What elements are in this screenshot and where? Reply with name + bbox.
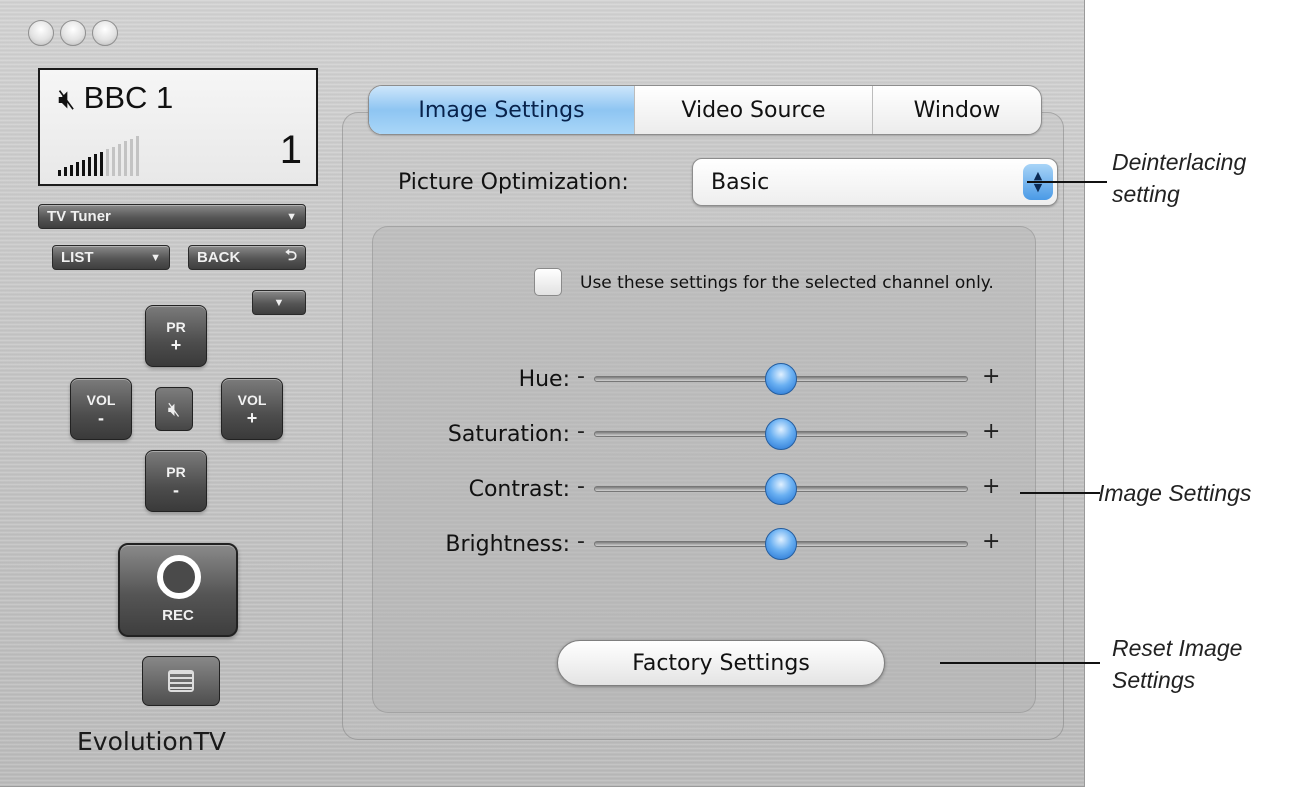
callout-text: Reset Image <box>1112 635 1243 661</box>
volume-up-button[interactable]: VOL + <box>221 378 283 440</box>
picture-optimization-select[interactable]: Basic ▲ ▼ <box>692 158 1058 206</box>
channel-up-button[interactable]: PR + <box>145 305 207 367</box>
signal-bar <box>112 146 115 176</box>
saturation-slider-thumb[interactable] <box>765 418 797 450</box>
picture-optimization-value: Basic <box>711 170 770 195</box>
back-label: BACK <box>197 249 241 266</box>
hue-slider-row: Hue: - + <box>380 360 1020 400</box>
channel-only-checkbox[interactable] <box>534 268 562 296</box>
contrast-slider-thumb[interactable] <box>765 473 797 505</box>
signal-bar <box>82 159 85 176</box>
volume-down-label: VOL <box>86 392 116 408</box>
source-select-label: TV Tuner <box>47 208 111 225</box>
channel-name-display: 🔇︎ BBC 1 <box>58 80 173 116</box>
signal-bar <box>88 157 91 176</box>
callout-deinterlacing: Deinterlacing setting <box>1112 146 1246 210</box>
minus-sign: - <box>173 480 179 500</box>
plus-sign: + <box>982 419 1001 444</box>
callout-line <box>1020 492 1100 494</box>
hue-slider-thumb[interactable] <box>765 363 797 395</box>
minus-sign: - <box>98 408 104 428</box>
return-arrow-icon: ⮌ <box>284 247 297 264</box>
plus-sign: + <box>982 474 1001 499</box>
minus-sign: - <box>577 529 585 554</box>
back-button[interactable]: BACK ⮌ <box>188 245 306 270</box>
tab-video-source[interactable]: Video Source <box>635 86 873 134</box>
signal-bar <box>76 162 79 176</box>
signal-bar <box>118 144 121 176</box>
record-button[interactable]: REC <box>118 543 238 637</box>
minus-sign: - <box>577 419 585 444</box>
plus-sign: + <box>246 408 258 428</box>
mute-speaker-icon: 🔇︎ <box>167 397 181 421</box>
more-options-button[interactable]: ▼ <box>252 290 306 315</box>
signal-bar <box>130 138 133 176</box>
mute-speaker-icon: 🔇︎ <box>58 83 76 114</box>
zoom-window-button[interactable] <box>92 20 118 46</box>
callout-line <box>940 662 1100 664</box>
saturation-slider-row: Saturation: - + <box>380 415 1020 455</box>
callout-reset: Reset Image Settings <box>1112 632 1242 696</box>
signal-strength-meter <box>58 132 139 176</box>
signal-bar <box>106 149 109 176</box>
mute-button[interactable]: 🔇︎ <box>155 387 193 431</box>
list-dropdown-button[interactable]: LIST ▼ <box>52 245 170 270</box>
picture-optimization-label: Picture Optimization: <box>398 170 629 195</box>
source-select[interactable]: TV Tuner ▼ <box>38 204 306 229</box>
list-icon <box>168 670 194 692</box>
channel-up-label: PR <box>166 319 186 335</box>
contrast-slider-row: Contrast: - + <box>380 470 1020 510</box>
app-brand: EvolutionTV <box>77 727 226 756</box>
volume-down-button[interactable]: VOL - <box>70 378 132 440</box>
brightness-slider-row: Brightness: - + <box>380 525 1020 565</box>
minus-sign: - <box>577 474 585 499</box>
record-label: REC <box>162 607 194 624</box>
signal-bar <box>100 151 103 176</box>
chevron-down-icon: ▼ <box>286 210 297 223</box>
minimize-window-button[interactable] <box>60 20 86 46</box>
callout-text: Deinterlacing <box>1112 149 1247 175</box>
signal-bar <box>124 141 127 176</box>
channel-down-button[interactable]: PR - <box>145 450 207 512</box>
hue-label: Hue: <box>518 367 570 392</box>
settings-tabs: Image Settings Video Source Window <box>368 85 1042 135</box>
brightness-slider-thumb[interactable] <box>765 528 797 560</box>
minus-sign: - <box>577 364 585 389</box>
plus-sign: + <box>982 529 1001 554</box>
channel-down-label: PR <box>166 464 186 480</box>
brightness-label: Brightness: <box>445 532 570 557</box>
plus-sign: + <box>170 335 182 355</box>
tab-image-settings[interactable]: Image Settings <box>369 86 635 134</box>
signal-bar <box>94 154 97 176</box>
callout-text: setting <box>1112 181 1180 207</box>
channel-display: 🔇︎ BBC 1 1 <box>38 68 318 186</box>
evolutiontv-window: 🔇︎ BBC 1 1 TV Tuner ▼ LIST ▼ BACK ⮌ ▼ PR … <box>0 0 1085 787</box>
record-icon <box>157 555 201 599</box>
signal-bar <box>136 136 139 176</box>
volume-up-label: VOL <box>237 392 267 408</box>
factory-settings-button[interactable]: Factory Settings <box>557 640 885 686</box>
chevron-down-icon: ▼ <box>150 251 161 264</box>
callout-line <box>1027 181 1107 183</box>
signal-bar <box>64 167 67 176</box>
channel-name: BBC 1 <box>83 80 174 115</box>
callout-image-settings: Image Settings <box>1098 480 1252 506</box>
saturation-label: Saturation: <box>447 422 570 447</box>
chevron-down-icon: ▼ <box>273 296 285 309</box>
channel-only-checkbox-label: Use these settings for the selected chan… <box>580 273 994 293</box>
plus-sign: + <box>982 364 1001 389</box>
callout-text: Settings <box>1112 667 1196 693</box>
signal-bar <box>70 164 73 176</box>
close-window-button[interactable] <box>28 20 54 46</box>
contrast-label: Contrast: <box>468 477 570 502</box>
list-label: LIST <box>61 249 94 266</box>
tab-window[interactable]: Window <box>873 86 1041 134</box>
channel-list-button[interactable] <box>142 656 220 706</box>
signal-bar <box>58 170 61 176</box>
channel-number: 1 <box>279 128 302 172</box>
